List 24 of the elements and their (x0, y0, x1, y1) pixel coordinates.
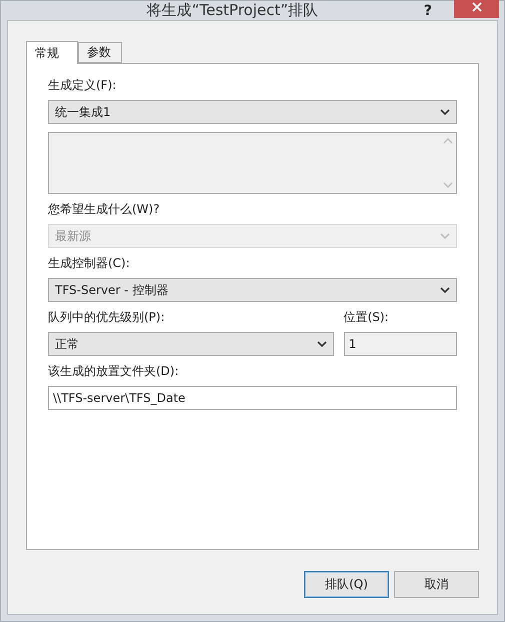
help-button[interactable]: ? (424, 2, 432, 18)
field-label: 位置(S): (344, 309, 390, 326)
dropdown[interactable]: 正常 (48, 332, 334, 356)
cancel-button[interactable]: 取消 (394, 571, 479, 598)
field-label: 队列中的优先级别(P): (48, 309, 166, 326)
window-title: 将生成“TestProject”排队 (146, 1, 320, 20)
chevron-down-icon (440, 232, 450, 240)
field-label: 生成定义(F): (48, 77, 118, 94)
scroll-up-icon (442, 137, 452, 144)
dropdown[interactable]: 统一集成1 (48, 100, 457, 124)
field-label: 该生成的放置文件夹(D): (48, 363, 180, 380)
queue-button[interactable]: 排队(Q) (304, 571, 389, 598)
chevron-down-icon (440, 108, 450, 116)
close-button[interactable] (454, 0, 499, 18)
chevron-down-icon (440, 286, 450, 294)
field-label: 您希望生成什么(W)? (48, 201, 161, 218)
folder-field[interactable]: \\TFS-server\TFS_Date (48, 386, 457, 410)
dropdown[interactable]: TFS-Server - 控制器 (48, 278, 457, 302)
tab[interactable]: 常规 (26, 41, 78, 64)
tab[interactable]: 参数 (78, 42, 122, 63)
scroll-down-icon (442, 182, 452, 189)
close-icon (472, 2, 482, 12)
chevron-down-icon (316, 340, 327, 348)
field-label: 生成控制器(C): (48, 255, 131, 272)
